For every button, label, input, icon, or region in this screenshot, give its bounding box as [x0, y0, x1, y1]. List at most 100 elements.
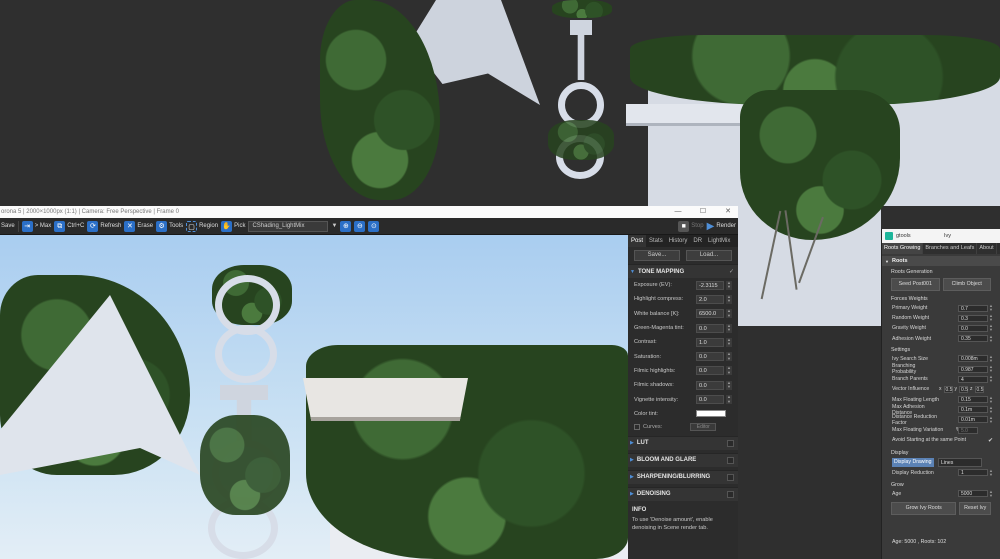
- tone-mapping-input[interactable]: 6500.0: [696, 309, 724, 319]
- ivy-setting-input[interactable]: 4: [958, 375, 988, 383]
- spinner-icon[interactable]: ▲ ▼: [989, 395, 993, 404]
- stop-button[interactable]: ■ Stop: [678, 220, 704, 233]
- spinner-icon[interactable]: ▲ ▼: [989, 314, 993, 322]
- tone-mapping-input[interactable]: 0.0: [696, 352, 724, 362]
- spinner-icon[interactable]: ▲ ▼: [726, 308, 732, 319]
- checkbox-checked-icon[interactable]: ✔: [988, 437, 993, 444]
- tone-mapping-input[interactable]: 0.0: [696, 366, 724, 376]
- tab-stats[interactable]: Stats: [646, 235, 666, 247]
- tone-mapping-header[interactable]: ▼ TONE MAPPING ✓: [628, 264, 738, 278]
- spinner-icon[interactable]: ▲ ▼: [989, 324, 993, 332]
- spinner-icon[interactable]: ▲ ▼: [726, 280, 732, 290]
- seed-button[interactable]: Seed Post001: [891, 278, 940, 291]
- spinner-icon[interactable]: ▲ ▼: [989, 489, 993, 498]
- tone-mapping-input[interactable]: 0.0: [696, 380, 724, 390]
- spinner-icon[interactable]: ▲ ▼: [726, 394, 732, 405]
- spinner-icon[interactable]: ▲ ▼: [989, 468, 993, 477]
- spinner-icon[interactable]: ▲ ▼: [726, 294, 732, 304]
- zoom-fit-icon[interactable]: ⊙: [368, 220, 380, 232]
- tab-about[interactable]: About: [977, 243, 997, 254]
- close-button[interactable]: ✕: [718, 206, 738, 218]
- spinner-icon[interactable]: ▲ ▼: [989, 405, 993, 414]
- copy-button[interactable]: ⧉ Ctrl+C: [54, 220, 84, 233]
- spinner-icon[interactable]: ▲ ▼: [726, 380, 732, 390]
- render-canvas[interactable]: [0, 235, 628, 559]
- enable-checkbox[interactable]: [727, 473, 734, 481]
- pick-button[interactable]: ✋ Pick: [221, 220, 245, 233]
- chevron-down-icon[interactable]: ▼: [331, 223, 337, 229]
- tab-dr[interactable]: DR: [690, 235, 705, 247]
- tone-mapping-input[interactable]: 0.0: [696, 395, 724, 405]
- tools-button[interactable]: ⚙ Tools: [156, 220, 183, 233]
- enable-checkbox[interactable]: [727, 490, 734, 498]
- tone-mapping-input[interactable]: 1.0: [696, 337, 724, 347]
- climb-object-button[interactable]: Climb Object: [942, 278, 991, 291]
- render-button[interactable]: ▶ Render: [707, 220, 736, 233]
- tab-post[interactable]: Post: [628, 235, 647, 247]
- spinner-icon[interactable]: ▲ ▼: [989, 304, 993, 312]
- curves-editor-button[interactable]: Editor: [690, 422, 717, 431]
- vector-y-input[interactable]: 0.5: [959, 385, 968, 393]
- grow-ivy-roots-button[interactable]: Grow Ivy Roots: [891, 502, 957, 515]
- spinner-icon[interactable]: ▲ ▼: [989, 354, 993, 363]
- reset-ivy-button[interactable]: Reset Ivy: [959, 502, 991, 515]
- spinner-icon[interactable]: ▲ ▼: [989, 375, 993, 383]
- refresh-button[interactable]: ⟳ Refresh: [87, 220, 121, 233]
- tab-branches-leafs[interactable]: Branches and Leafs: [923, 243, 978, 254]
- color-tint-swatch[interactable]: [696, 410, 726, 418]
- display-drawing-button[interactable]: Display Drawing: [892, 458, 934, 468]
- vfb-titlebar[interactable]: orona 5 | 2000×1000px (1:1) | Camera: Fr…: [0, 206, 738, 218]
- maximize-button[interactable]: ☐: [693, 206, 713, 218]
- tone-mapping-input[interactable]: -2.3115: [696, 280, 724, 290]
- force-weight-input[interactable]: 0.7: [958, 304, 988, 312]
- enable-checkbox[interactable]: [727, 439, 734, 447]
- bloom-glare-section[interactable]: ▶ BLOOM AND GLARE: [628, 452, 738, 467]
- erase-button[interactable]: ✕ Erase: [124, 220, 153, 233]
- force-weight-input[interactable]: 0.3: [958, 314, 988, 322]
- curves-checkbox[interactable]: [634, 423, 640, 430]
- channel-select[interactable]: CShading_LightMix: [248, 220, 329, 232]
- minimize-button[interactable]: —: [668, 206, 688, 218]
- sharpening-section[interactable]: ▶ SHARPENING/BLURRING: [628, 469, 738, 484]
- spinner-icon[interactable]: ▲ ▼: [726, 337, 732, 347]
- spinner-icon[interactable]: ▲ ▼: [989, 415, 993, 424]
- vector-x-input[interactable]: 0.5: [943, 385, 953, 393]
- ivy-setting-input[interactable]: 0.008m: [958, 355, 988, 363]
- spinner-icon[interactable]: ▲ ▼: [726, 351, 732, 362]
- avoid-same-point-row[interactable]: Avoid Starting at the same Point ✔: [882, 435, 1000, 445]
- ivy-setting-input[interactable]: 0.987: [958, 365, 988, 373]
- ivy-setting-input[interactable]: 0.01m: [958, 416, 988, 424]
- post-load-button[interactable]: Load...: [686, 250, 732, 261]
- tone-mapping-input[interactable]: 2.0: [696, 294, 724, 304]
- shelf: [626, 104, 748, 126]
- ivy-setting-input[interactable]: 0.15: [958, 396, 988, 404]
- force-weight-input[interactable]: 0.0: [958, 324, 988, 332]
- display-mode-select[interactable]: Lines: [938, 458, 982, 468]
- zoom-in-icon[interactable]: ⊕: [340, 220, 352, 232]
- display-reduction-input[interactable]: 1: [958, 469, 988, 477]
- denoising-section[interactable]: ▶ DENOISING: [628, 486, 738, 501]
- region-button[interactable]: ▢ Region: [186, 220, 218, 233]
- spinner-icon[interactable]: ▲ ▼: [726, 323, 732, 333]
- corona-vfb-window[interactable]: orona 5 | 2000×1000px (1:1) | Camera: Fr…: [0, 206, 738, 559]
- spinner-icon[interactable]: ▲ ▼: [726, 366, 732, 376]
- send-to-max-button[interactable]: ⇥ > Max: [21, 220, 51, 233]
- ivy-titlebar[interactable]: gtools Ivy: [882, 229, 1000, 243]
- tab-roots-growing[interactable]: Roots Growing: [882, 243, 924, 254]
- save-button[interactable]: Save: [1, 220, 15, 233]
- enable-checkbox[interactable]: [727, 456, 734, 464]
- post-save-button[interactable]: Save...: [634, 250, 680, 261]
- lut-section[interactable]: ▶ LUT: [628, 435, 738, 450]
- roots-rollout[interactable]: ▼ Roots: [882, 256, 1000, 266]
- force-weight-input[interactable]: 0.35: [958, 335, 988, 343]
- ivy-setting-input[interactable]: 0.1m: [958, 406, 988, 414]
- tab-lightmix[interactable]: LightMix: [705, 235, 733, 247]
- tab-history[interactable]: History: [666, 235, 691, 247]
- spinner-icon[interactable]: ▲ ▼: [989, 365, 993, 373]
- tone-mapping-input[interactable]: 0.0: [696, 323, 724, 333]
- zoom-out-icon[interactable]: ⊖: [354, 220, 366, 232]
- vector-z-input[interactable]: 0.5: [974, 385, 984, 393]
- age-input[interactable]: 5000: [958, 490, 988, 498]
- spinner-icon[interactable]: ▲ ▼: [989, 334, 993, 343]
- max-floating-variation-input[interactable]: 5.0: [958, 426, 978, 434]
